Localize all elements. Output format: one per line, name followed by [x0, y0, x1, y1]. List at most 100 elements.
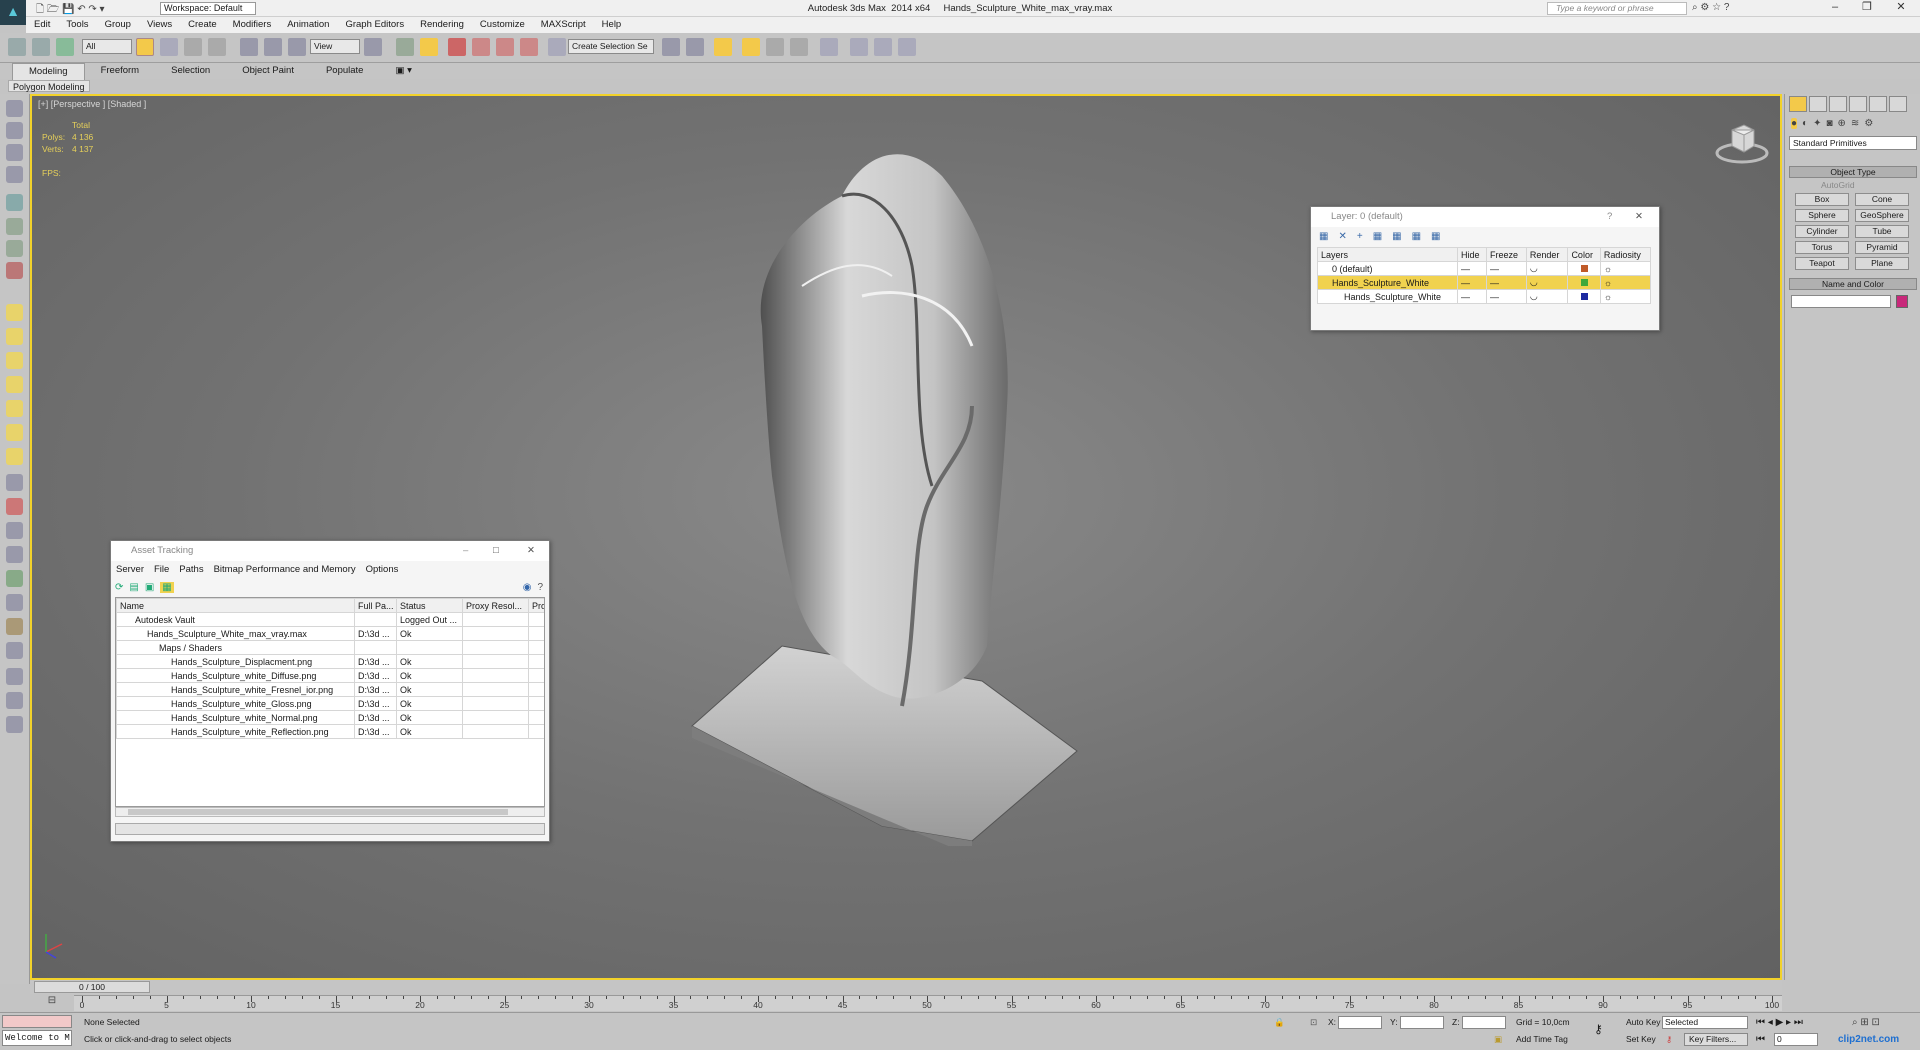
ref-coord-dropdown[interactable]: View — [310, 39, 360, 54]
render-production-icon[interactable] — [898, 38, 916, 56]
snaps-toggle-icon[interactable] — [448, 38, 466, 56]
minimize-icon[interactable]: – — [463, 541, 468, 561]
menu-help[interactable]: Help — [594, 17, 630, 33]
table-row[interactable]: Autodesk Vault Logged Out ... — [116, 612, 544, 627]
track-bar[interactable]: 0 5 10 15 20 25 30 35 40 45 50 55 60 65 70 75 80 85 90 95 10… — [74, 995, 1782, 1011]
help-icon[interactable]: ? — [537, 582, 543, 593]
goto-start-icon[interactable]: ⏮ — [1756, 1033, 1765, 1046]
geosphere-button[interactable]: GeoSphere — [1855, 209, 1909, 222]
spinner-snap-icon[interactable] — [520, 38, 538, 56]
rollout-name-and-color[interactable]: Name and Color — [1789, 278, 1917, 290]
key-filters-button[interactable]: Key Filters... — [1684, 1033, 1748, 1046]
select-object-icon[interactable] — [136, 38, 154, 56]
z-coordinate-input[interactable] — [1462, 1016, 1506, 1029]
helpers-icon[interactable]: ⊕ — [1838, 118, 1846, 129]
modify-tab-icon[interactable] — [1809, 96, 1827, 112]
autogrid-checkbox[interactable]: AutoGrid — [1821, 180, 1855, 190]
named-selection-dropdown[interactable]: Create Selection Se — [568, 39, 654, 54]
col-radiosity[interactable]: Radiosity — [1599, 247, 1652, 262]
layer-name[interactable]: Hands_Sculpture_White — [1317, 275, 1458, 290]
tool-icon[interactable] — [6, 240, 23, 257]
table-view-icon[interactable]: ▦ — [160, 581, 174, 593]
search-input[interactable]: Type a keyword or phrase — [1547, 2, 1687, 15]
object-name-input[interactable] — [1791, 295, 1891, 308]
select-by-name-icon[interactable] — [160, 38, 178, 56]
key-icon[interactable]: ⚷ — [1666, 1033, 1672, 1046]
tab-selection[interactable]: Selection — [155, 63, 226, 79]
tool-icon[interactable] — [6, 692, 23, 709]
radiosity-icon[interactable]: ☼ — [1599, 289, 1652, 304]
angle-snap-icon[interactable] — [472, 38, 490, 56]
tool-icon[interactable] — [6, 194, 23, 211]
hierarchy-tab-icon[interactable] — [1829, 96, 1847, 112]
hide-toggle[interactable]: — — [1456, 289, 1488, 304]
bind-space-warp-icon[interactable] — [56, 38, 74, 56]
menu-bitmap-performance[interactable]: Bitmap Performance and Memory — [209, 564, 361, 575]
tube-button[interactable]: Tube — [1855, 225, 1909, 238]
col-proxy[interactable]: Prox — [528, 598, 544, 613]
key-mode-dropdown[interactable]: Selected — [1662, 1016, 1748, 1029]
motion-tab-icon[interactable] — [1849, 96, 1867, 112]
time-tag-icon[interactable]: ▣ — [1494, 1033, 1502, 1046]
sphere-button[interactable]: Sphere — [1795, 209, 1849, 222]
table-row[interactable]: Hands_Sculpture_white_Gloss.png D:\3d ...… — [116, 696, 544, 711]
viewcube-icon[interactable] — [1714, 120, 1770, 166]
tool-icon[interactable] — [6, 522, 23, 539]
menu-customize[interactable]: Customize — [472, 17, 533, 33]
tab-object-paint[interactable]: Object Paint — [226, 63, 310, 79]
auto-key-button[interactable]: Auto Key — [1626, 1016, 1661, 1029]
col-render[interactable]: Render — [1525, 247, 1569, 262]
select-manipulate-icon[interactable] — [396, 38, 414, 56]
menu-group[interactable]: Group — [97, 17, 139, 33]
hide-toggle[interactable]: — — [1456, 275, 1488, 290]
tool-icon[interactable] — [6, 262, 23, 279]
lock-selection-icon[interactable]: 🔒 — [1274, 1016, 1285, 1029]
table-row[interactable]: Maps / Shaders — [116, 640, 544, 655]
tool-icon[interactable] — [6, 498, 23, 515]
selection-filter-dropdown[interactable]: All — [82, 39, 132, 54]
unlink-icon[interactable] — [32, 38, 50, 56]
close-icon[interactable]: ✕ — [1635, 207, 1643, 227]
horizontal-scrollbar[interactable] — [115, 807, 545, 817]
tool-icon[interactable] — [6, 448, 23, 465]
highlight-layer-icon[interactable]: ▦ — [1392, 231, 1401, 242]
help-icon[interactable]: ? — [1607, 207, 1612, 227]
infocenter-icons[interactable]: ⌕ ⚙ ☆ ? — [1692, 2, 1729, 13]
rect-selection-icon[interactable] — [184, 38, 202, 56]
object-color-swatch[interactable] — [1896, 295, 1908, 308]
schematic-view-icon[interactable] — [790, 38, 808, 56]
box-button[interactable]: Box — [1795, 193, 1849, 206]
col-name[interactable]: Name — [116, 598, 355, 613]
hide-all-icon[interactable]: ▦ — [1412, 231, 1421, 242]
rotate-icon[interactable] — [264, 38, 282, 56]
col-proxy-res[interactable]: Proxy Resol... — [462, 598, 529, 613]
tool-icon[interactable] — [6, 474, 23, 491]
cylinder-button[interactable]: Cylinder — [1795, 225, 1849, 238]
layer-color-swatch[interactable] — [1567, 261, 1601, 276]
asset-tracking-window[interactable]: Asset Tracking – □ ✕ Server File Paths B… — [110, 540, 550, 842]
freeze-toggle[interactable]: — — [1486, 289, 1527, 304]
app-logo-icon[interactable]: ▲ — [0, 0, 26, 25]
radiosity-icon[interactable]: ☼ — [1599, 261, 1652, 276]
help-icon[interactable] — [6, 716, 23, 733]
freeze-toggle[interactable]: — — [1486, 261, 1527, 276]
x-coordinate-input[interactable] — [1338, 1016, 1382, 1029]
tool-icon[interactable] — [6, 594, 23, 611]
refresh-icon[interactable]: ⟳ — [115, 582, 123, 593]
mini-curve-editor-icon[interactable]: ⊟ — [32, 995, 72, 1011]
thumbnail-view-icon[interactable]: ▣ — [145, 582, 154, 593]
list-view-icon[interactable]: ▤ — [129, 582, 138, 593]
viewport-label[interactable]: [+] [Perspective ] [Shaded ] — [38, 99, 146, 109]
freeze-all-icon[interactable]: ▦ — [1431, 231, 1440, 242]
hide-toggle[interactable]: — — [1456, 261, 1488, 276]
menu-file[interactable]: File — [149, 564, 174, 575]
col-hide[interactable]: Hide — [1456, 247, 1488, 262]
layer-name[interactable]: 0 (default) — [1317, 261, 1458, 276]
vault-icon[interactable]: ◉ — [523, 582, 532, 593]
table-row[interactable]: Hands_Sculpture_white_Diffuse.png D:\3d .… — [116, 668, 544, 683]
display-tab-icon[interactable] — [1869, 96, 1887, 112]
tool-icon[interactable] — [6, 304, 23, 321]
shapes-icon[interactable]: ◐ — [1802, 118, 1808, 129]
tool-icon[interactable] — [6, 328, 23, 345]
menu-create[interactable]: Create — [180, 17, 225, 33]
